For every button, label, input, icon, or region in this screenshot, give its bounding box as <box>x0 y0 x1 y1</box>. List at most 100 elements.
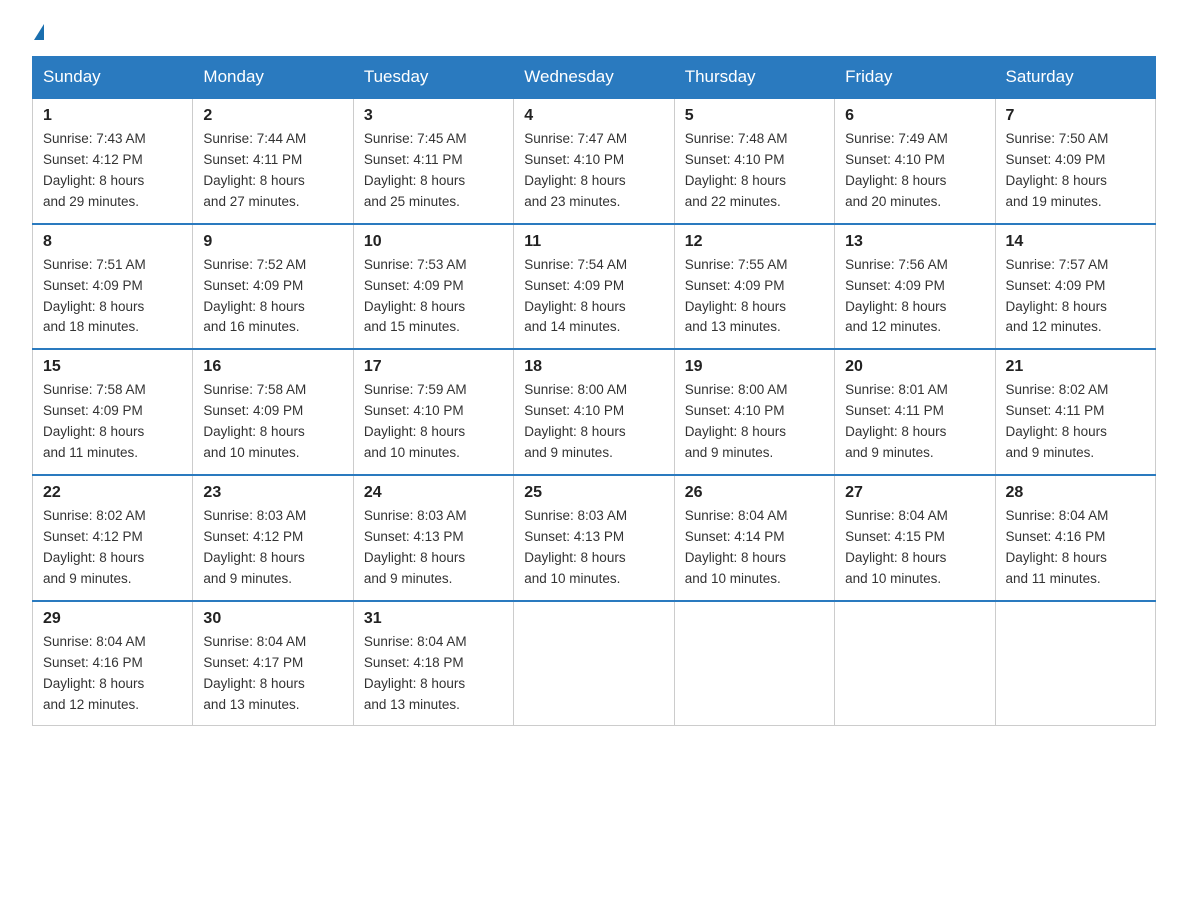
day-info: Sunrise: 8:03 AMSunset: 4:13 PMDaylight:… <box>524 506 663 590</box>
day-info: Sunrise: 7:44 AMSunset: 4:11 PMDaylight:… <box>203 129 342 213</box>
calendar-cell <box>674 601 834 726</box>
day-number: 26 <box>685 484 824 502</box>
day-info: Sunrise: 8:04 AMSunset: 4:18 PMDaylight:… <box>364 632 503 716</box>
calendar-cell <box>995 601 1155 726</box>
calendar-cell: 25 Sunrise: 8:03 AMSunset: 4:13 PMDayligh… <box>514 475 674 601</box>
logo-triangle-icon <box>34 24 44 40</box>
calendar-cell: 5 Sunrise: 7:48 AMSunset: 4:10 PMDaylight… <box>674 98 834 224</box>
week-row-2: 8 Sunrise: 7:51 AMSunset: 4:09 PMDaylight… <box>33 224 1156 350</box>
day-info: Sunrise: 8:01 AMSunset: 4:11 PMDaylight:… <box>845 380 984 464</box>
calendar-cell: 31Sunrise: 8:04 AMSunset: 4:18 PMDayligh… <box>353 601 513 726</box>
day-number: 4 <box>524 107 663 125</box>
calendar-cell: 4 Sunrise: 7:47 AMSunset: 4:10 PMDaylight… <box>514 98 674 224</box>
day-number: 12 <box>685 233 824 251</box>
day-info: Sunrise: 8:04 AMSunset: 4:15 PMDaylight:… <box>845 506 984 590</box>
calendar-cell: 9 Sunrise: 7:52 AMSunset: 4:09 PMDaylight… <box>193 224 353 350</box>
day-number: 9 <box>203 233 342 251</box>
calendar-header-row: SundayMondayTuesdayWednesdayThursdayFrid… <box>33 57 1156 99</box>
day-number: 30 <box>203 610 342 628</box>
day-number: 23 <box>203 484 342 502</box>
day-info: Sunrise: 7:55 AMSunset: 4:09 PMDaylight:… <box>685 255 824 339</box>
calendar-cell: 6 Sunrise: 7:49 AMSunset: 4:10 PMDaylight… <box>835 98 995 224</box>
day-info: Sunrise: 7:47 AMSunset: 4:10 PMDaylight:… <box>524 129 663 213</box>
day-number: 19 <box>685 358 824 376</box>
header-friday: Friday <box>835 57 995 99</box>
day-number: 25 <box>524 484 663 502</box>
day-info: Sunrise: 7:58 AMSunset: 4:09 PMDaylight:… <box>43 380 182 464</box>
calendar-cell: 18 Sunrise: 8:00 AMSunset: 4:10 PMDayligh… <box>514 349 674 475</box>
day-info: Sunrise: 8:04 AMSunset: 4:16 PMDaylight:… <box>43 632 182 716</box>
calendar-cell: 17 Sunrise: 7:59 AMSunset: 4:10 PMDayligh… <box>353 349 513 475</box>
week-row-5: 29 Sunrise: 8:04 AMSunset: 4:16 PMDayligh… <box>33 601 1156 726</box>
day-info: Sunrise: 8:04 AMSunset: 4:14 PMDaylight:… <box>685 506 824 590</box>
day-number: 29 <box>43 610 182 628</box>
day-info: Sunrise: 7:50 AMSunset: 4:09 PMDaylight:… <box>1006 129 1145 213</box>
calendar-cell: 20 Sunrise: 8:01 AMSunset: 4:11 PMDayligh… <box>835 349 995 475</box>
day-info: Sunrise: 7:59 AMSunset: 4:10 PMDaylight:… <box>364 380 503 464</box>
day-number: 22 <box>43 484 182 502</box>
logo <box>32 24 44 40</box>
day-number: 20 <box>845 358 984 376</box>
calendar-cell <box>514 601 674 726</box>
calendar-cell: 30Sunrise: 8:04 AMSunset: 4:17 PMDayligh… <box>193 601 353 726</box>
day-number: 14 <box>1006 233 1145 251</box>
day-info: Sunrise: 8:02 AMSunset: 4:11 PMDaylight:… <box>1006 380 1145 464</box>
calendar-cell: 16 Sunrise: 7:58 AMSunset: 4:09 PMDayligh… <box>193 349 353 475</box>
header-thursday: Thursday <box>674 57 834 99</box>
day-info: Sunrise: 8:04 AMSunset: 4:16 PMDaylight:… <box>1006 506 1145 590</box>
day-info: Sunrise: 8:00 AMSunset: 4:10 PMDaylight:… <box>685 380 824 464</box>
header-sunday: Sunday <box>33 57 193 99</box>
day-info: Sunrise: 7:51 AMSunset: 4:09 PMDaylight:… <box>43 255 182 339</box>
calendar-cell <box>835 601 995 726</box>
day-number: 24 <box>364 484 503 502</box>
day-info: Sunrise: 7:53 AMSunset: 4:09 PMDaylight:… <box>364 255 503 339</box>
calendar-cell: 15 Sunrise: 7:58 AMSunset: 4:09 PMDayligh… <box>33 349 193 475</box>
day-info: Sunrise: 7:57 AMSunset: 4:09 PMDaylight:… <box>1006 255 1145 339</box>
day-number: 27 <box>845 484 984 502</box>
calendar-cell: 24Sunrise: 8:03 AMSunset: 4:13 PMDayligh… <box>353 475 513 601</box>
day-number: 8 <box>43 233 182 251</box>
day-number: 28 <box>1006 484 1145 502</box>
day-info: Sunrise: 7:56 AMSunset: 4:09 PMDaylight:… <box>845 255 984 339</box>
day-info: Sunrise: 8:00 AMSunset: 4:10 PMDaylight:… <box>524 380 663 464</box>
day-info: Sunrise: 7:48 AMSunset: 4:10 PMDaylight:… <box>685 129 824 213</box>
day-number: 17 <box>364 358 503 376</box>
calendar-cell: 27 Sunrise: 8:04 AMSunset: 4:15 PMDayligh… <box>835 475 995 601</box>
day-number: 21 <box>1006 358 1145 376</box>
day-info: Sunrise: 7:49 AMSunset: 4:10 PMDaylight:… <box>845 129 984 213</box>
week-row-4: 22 Sunrise: 8:02 AMSunset: 4:12 PMDayligh… <box>33 475 1156 601</box>
day-number: 10 <box>364 233 503 251</box>
day-number: 16 <box>203 358 342 376</box>
calendar-table: SundayMondayTuesdayWednesdayThursdayFrid… <box>32 56 1156 726</box>
calendar-cell: 19 Sunrise: 8:00 AMSunset: 4:10 PMDayligh… <box>674 349 834 475</box>
day-number: 5 <box>685 107 824 125</box>
calendar-cell: 12 Sunrise: 7:55 AMSunset: 4:09 PMDayligh… <box>674 224 834 350</box>
header-wednesday: Wednesday <box>514 57 674 99</box>
day-number: 6 <box>845 107 984 125</box>
day-info: Sunrise: 7:58 AMSunset: 4:09 PMDaylight:… <box>203 380 342 464</box>
day-number: 18 <box>524 358 663 376</box>
calendar-cell: 29 Sunrise: 8:04 AMSunset: 4:16 PMDayligh… <box>33 601 193 726</box>
header-monday: Monday <box>193 57 353 99</box>
week-row-3: 15 Sunrise: 7:58 AMSunset: 4:09 PMDayligh… <box>33 349 1156 475</box>
week-row-1: 1Sunrise: 7:43 AMSunset: 4:12 PMDaylight… <box>33 98 1156 224</box>
day-info: Sunrise: 7:43 AMSunset: 4:12 PMDaylight:… <box>43 129 182 213</box>
day-info: Sunrise: 8:03 AMSunset: 4:12 PMDaylight:… <box>203 506 342 590</box>
calendar-cell: 8 Sunrise: 7:51 AMSunset: 4:09 PMDaylight… <box>33 224 193 350</box>
header-saturday: Saturday <box>995 57 1155 99</box>
day-number: 15 <box>43 358 182 376</box>
day-info: Sunrise: 7:52 AMSunset: 4:09 PMDaylight:… <box>203 255 342 339</box>
calendar-cell: 21 Sunrise: 8:02 AMSunset: 4:11 PMDayligh… <box>995 349 1155 475</box>
calendar-cell: 13 Sunrise: 7:56 AMSunset: 4:09 PMDayligh… <box>835 224 995 350</box>
day-info: Sunrise: 7:45 AMSunset: 4:11 PMDaylight:… <box>364 129 503 213</box>
header-tuesday: Tuesday <box>353 57 513 99</box>
calendar-cell: 22 Sunrise: 8:02 AMSunset: 4:12 PMDayligh… <box>33 475 193 601</box>
day-number: 13 <box>845 233 984 251</box>
day-info: Sunrise: 7:54 AMSunset: 4:09 PMDaylight:… <box>524 255 663 339</box>
calendar-cell: 1Sunrise: 7:43 AMSunset: 4:12 PMDaylight… <box>33 98 193 224</box>
day-info: Sunrise: 8:02 AMSunset: 4:12 PMDaylight:… <box>43 506 182 590</box>
calendar-cell: 14 Sunrise: 7:57 AMSunset: 4:09 PMDayligh… <box>995 224 1155 350</box>
calendar-cell: 7Sunrise: 7:50 AMSunset: 4:09 PMDaylight… <box>995 98 1155 224</box>
day-number: 3 <box>364 107 503 125</box>
calendar-cell: 28 Sunrise: 8:04 AMSunset: 4:16 PMDayligh… <box>995 475 1155 601</box>
